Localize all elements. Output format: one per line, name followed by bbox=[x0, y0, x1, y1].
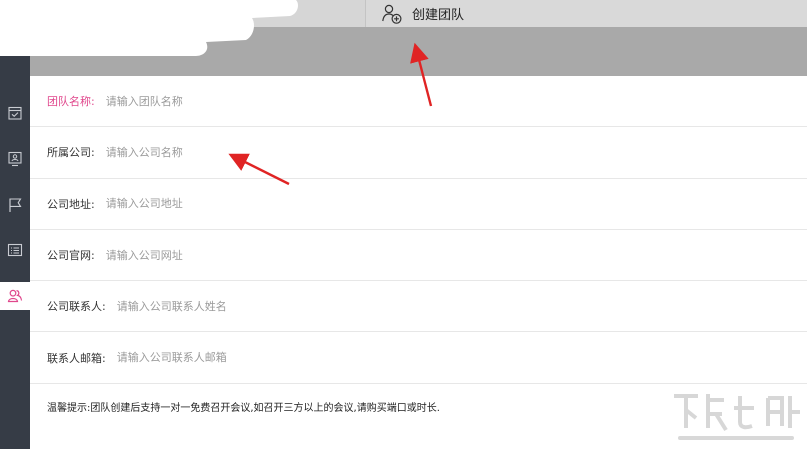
team-name-input[interactable] bbox=[105, 94, 426, 108]
sidebar-item-records[interactable] bbox=[0, 236, 30, 264]
form-row-address: 公司地址: bbox=[30, 179, 807, 230]
sidebar-item-events[interactable] bbox=[0, 191, 30, 219]
section-header bbox=[30, 27, 807, 76]
company-input[interactable] bbox=[105, 145, 426, 159]
tab-previous[interactable] bbox=[30, 0, 366, 27]
team-icon bbox=[7, 289, 23, 303]
form-row-email: 联系人邮箱: bbox=[30, 332, 807, 384]
monitor-user-icon bbox=[8, 151, 22, 167]
website-input[interactable] bbox=[105, 248, 426, 262]
sidebar-item-team[interactable] bbox=[0, 282, 30, 310]
email-input[interactable] bbox=[116, 351, 437, 365]
sidebar-item-meeting[interactable] bbox=[0, 145, 30, 173]
address-input[interactable] bbox=[105, 197, 426, 211]
form-row-website: 公司官网: bbox=[30, 230, 807, 282]
contact-input[interactable] bbox=[116, 299, 437, 313]
calendar-check-icon bbox=[8, 106, 22, 120]
list-icon bbox=[7, 243, 23, 257]
tab-create-team[interactable]: 创建团队 bbox=[367, 0, 464, 27]
contact-label: 公司联系人: bbox=[47, 300, 106, 314]
site-watermark-logo bbox=[674, 394, 800, 440]
form-row-contact: 公司联系人: bbox=[30, 281, 807, 333]
top-tab-bar: 创建团队 bbox=[0, 0, 807, 27]
form-row-team-name: 团队名称: bbox=[30, 76, 807, 128]
flag-icon bbox=[9, 198, 22, 212]
app-window: 创建团队 团队名称: 请输入团队名称 所属公司: 请输入公司名称 公司地址: 请… bbox=[0, 0, 807, 449]
website-label: 公司官网: bbox=[47, 249, 95, 263]
add-team-icon bbox=[382, 4, 402, 24]
email-label: 联系人邮箱: bbox=[47, 351, 106, 365]
sidebar bbox=[0, 27, 30, 449]
sidebar-item-schedule[interactable] bbox=[0, 99, 30, 127]
form-row-company: 所属公司: bbox=[30, 127, 807, 179]
team-name-label: 团队名称: bbox=[47, 95, 95, 109]
address-label: 公司地址: bbox=[47, 197, 95, 211]
hint-text: 温馨提示:团队创建后支持一对一免费召开会议,如召开三方以上的会议,请购买端口或时… bbox=[47, 403, 440, 414]
company-label: 所属公司: bbox=[47, 146, 95, 160]
tab-create-team-label: 创建团队 bbox=[412, 8, 465, 23]
create-team-form: 团队名称: 所属公司: 公司地址: 公司官网: 公司联系人: 联系人邮箱: bbox=[30, 76, 807, 384]
